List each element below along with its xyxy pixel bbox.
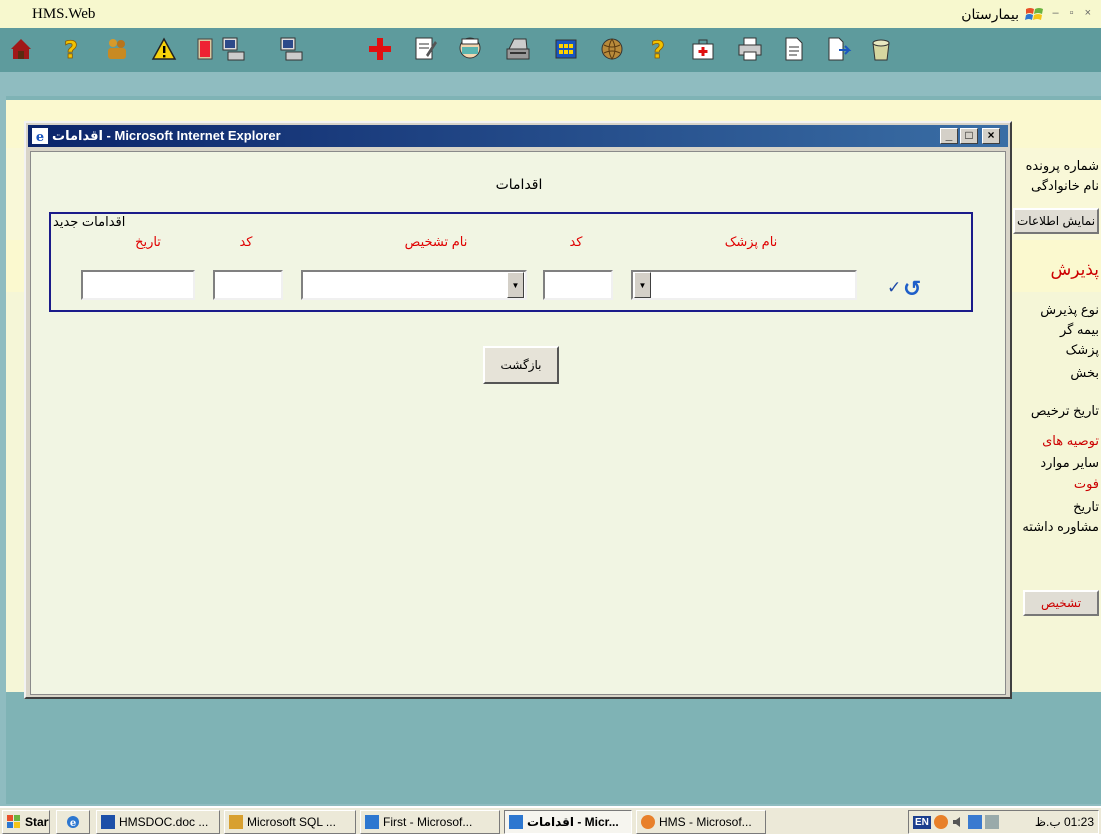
minimize-icon[interactable]: _	[940, 128, 958, 144]
bg-label: تاریخ ترخیص	[1030, 403, 1099, 418]
chevron-down-icon[interactable]: ▼	[634, 272, 651, 298]
device-icon[interactable]	[984, 815, 999, 829]
ie-icon	[509, 815, 523, 829]
main-toolbar: ? ?	[0, 28, 1101, 72]
taskbar-item-actions[interactable]: اقدامات - Micr...	[504, 810, 632, 834]
background-form-labels: شماره پرونده نام خانوادگی نمایش اطلاعات …	[1012, 150, 1101, 650]
bg-label: نوع پذیرش	[1040, 302, 1099, 317]
red-cross-icon[interactable]	[365, 34, 395, 64]
new-actions-fieldset: اقدامات جدید تاریخ کد نام تشخیص کد نام پ…	[49, 212, 973, 312]
help-icon[interactable]: ?	[56, 34, 86, 64]
dialog-title-bar[interactable]: e اقدامات - Microsoft Internet Explorer …	[28, 125, 1008, 147]
word-icon	[101, 815, 115, 829]
chevron-down-icon[interactable]: ▼	[507, 272, 524, 298]
door-exit-icon[interactable]	[191, 34, 221, 64]
edit-form-icon[interactable]	[410, 34, 440, 64]
dialog-title: اقدامات - Microsoft Internet Explorer	[52, 128, 281, 143]
diagnosis-code-label: کد	[239, 234, 253, 249]
bg-label: پذیرش	[1050, 260, 1099, 279]
dialog-window: e اقدامات - Microsoft Internet Explorer …	[24, 121, 1012, 699]
show-info-button[interactable]: نمایش اطلاعات	[1013, 208, 1099, 234]
printer-icon[interactable]	[735, 34, 765, 64]
bg-label: مشاوره داشته	[1022, 519, 1099, 534]
speaker-icon[interactable]	[951, 815, 965, 829]
bg-label: بیمه گر	[1060, 322, 1099, 337]
taskbar: Start e HMSDOC.doc ... Microsoft SQL ...…	[0, 806, 1101, 834]
svg-text:e: e	[70, 818, 76, 829]
bg-label: فوت	[1073, 476, 1099, 491]
quicklaunch-ie-button[interactable]: e	[56, 810, 90, 834]
diagnosis-name-select[interactable]: ▼	[301, 270, 527, 300]
home-icon[interactable]	[6, 34, 36, 64]
doctor-name-label: نام پزشک	[724, 234, 778, 249]
system-tray: EN 01:23 ب.ظ	[908, 810, 1099, 834]
doctor-icon[interactable]	[455, 34, 485, 64]
computer-icon[interactable]	[276, 34, 306, 64]
language-indicator[interactable]: EN	[913, 815, 931, 829]
page-title: اقدامات	[495, 176, 543, 192]
window-controls[interactable]: – ▫ ×	[1052, 7, 1095, 19]
svg-text:e: e	[36, 130, 44, 144]
app-title-bar: HMS.Web بیمارستان – ▫ ×	[0, 0, 1101, 28]
taskbar-item-first[interactable]: First - Microsof...	[360, 810, 500, 834]
help-icon[interactable]: ?	[643, 34, 673, 64]
date-input[interactable]	[81, 270, 195, 300]
hms-tray-icon[interactable]	[933, 815, 948, 829]
doctor-code-label: کد	[569, 234, 583, 249]
taskbar-item-sql[interactable]: Microsoft SQL ...	[224, 810, 356, 834]
bg-label: شماره پرونده	[1025, 158, 1099, 173]
document-icon[interactable]	[779, 34, 809, 64]
svg-text:?: ?	[651, 36, 665, 63]
confirm-check-icon[interactable]: ✓	[887, 278, 901, 298]
computer-icon[interactable]	[218, 34, 248, 64]
ie-icon: e	[66, 815, 80, 829]
scanner-icon[interactable]	[503, 34, 533, 64]
close-icon[interactable]: ×	[982, 128, 1000, 144]
diagnosis-code-input[interactable]	[213, 270, 283, 300]
svg-text:?: ?	[64, 36, 78, 63]
taskbar-item-hms[interactable]: HMS - Microsof...	[636, 810, 766, 834]
ie-icon	[365, 815, 379, 829]
hospital-title: بیمارستان	[961, 6, 1019, 22]
windows-flag-icon	[1025, 6, 1045, 23]
undo-icon[interactable]: ↺	[903, 276, 921, 302]
sql-server-icon	[229, 815, 243, 829]
diagnosis-name-label: نام تشخیص	[404, 234, 468, 249]
bg-label: توصیه های	[1042, 433, 1099, 448]
hms-icon	[641, 815, 655, 829]
app-title: HMS.Web	[32, 6, 96, 22]
back-button[interactable]: بازگشت	[483, 346, 559, 384]
network-icon[interactable]	[967, 815, 982, 829]
maximize-icon[interactable]: □	[960, 128, 978, 144]
bg-label: تاریخ	[1073, 499, 1099, 514]
ie-icon: e	[32, 128, 48, 145]
bg-label: پزشک	[1065, 342, 1099, 357]
bucket-icon[interactable]	[866, 34, 896, 64]
date-label: تاریخ	[135, 234, 161, 249]
diagnosis-button[interactable]: تشخیص	[1023, 590, 1099, 616]
warning-icon[interactable]	[149, 34, 179, 64]
doctor-name-select[interactable]: ▼	[631, 270, 857, 300]
people-icon[interactable]	[102, 34, 132, 64]
document-arrow-icon[interactable]	[823, 34, 853, 64]
taskbar-item-hmsdoc[interactable]: HMSDOC.doc ...	[96, 810, 220, 834]
dialog-body: اقدامات اقدامات جدید تاریخ کد نام تشخیص …	[30, 151, 1006, 695]
clock: 01:23 ب.ظ	[1034, 815, 1094, 829]
bg-label: بخش	[1070, 365, 1099, 380]
windows-flag-icon	[7, 815, 21, 829]
bg-label: سایر موارد	[1040, 455, 1099, 470]
fieldset-legend: اقدامات جدید	[53, 214, 126, 229]
first-aid-icon[interactable]	[688, 34, 718, 64]
doctor-code-input[interactable]	[543, 270, 613, 300]
start-button[interactable]: Start	[2, 810, 50, 834]
globe-icon[interactable]	[597, 34, 627, 64]
bg-label: نام خانوادگی	[1031, 178, 1099, 193]
grid-window-icon[interactable]	[551, 34, 581, 64]
